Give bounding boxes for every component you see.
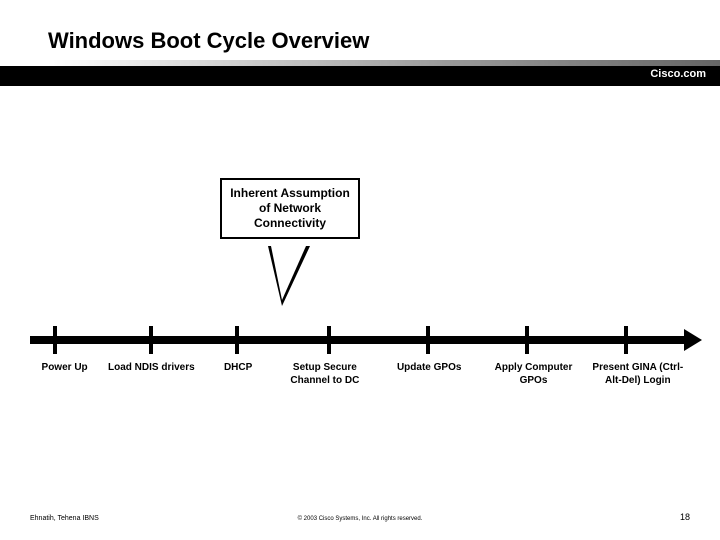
step-label: Apply Computer GPOs bbox=[481, 358, 585, 387]
tick bbox=[426, 326, 430, 354]
tick bbox=[327, 326, 331, 354]
tick bbox=[149, 326, 153, 354]
step-label: Load NDIS drivers bbox=[99, 358, 203, 387]
step-label: Setup Secure Channel to DC bbox=[273, 358, 377, 387]
footer-copyright: © 2003 Cisco Systems, Inc. All rights re… bbox=[0, 516, 720, 522]
callout-pointer-fill bbox=[271, 246, 306, 300]
timeline-axis bbox=[30, 336, 690, 344]
timeline bbox=[30, 336, 690, 344]
step-label: Update GPOs bbox=[377, 358, 481, 387]
tick bbox=[235, 326, 239, 354]
step-label: Power Up bbox=[30, 358, 99, 387]
slide: Windows Boot Cycle Overview Cisco.com In… bbox=[0, 0, 720, 540]
page-number: 18 bbox=[680, 512, 690, 522]
brand-text: Cisco.com bbox=[650, 68, 706, 80]
tick bbox=[624, 326, 628, 354]
title-block: Windows Boot Cycle Overview Cisco.com bbox=[0, 28, 720, 86]
brand-bar: Cisco.com bbox=[0, 66, 720, 86]
arrow-head-icon bbox=[684, 329, 702, 351]
callout-box: Inherent Assumption of Network Connectiv… bbox=[220, 178, 360, 239]
step-label: DHCP bbox=[204, 358, 273, 387]
step-label: Present GINA (Ctrl-Alt-Del) Login bbox=[586, 358, 690, 387]
page-title: Windows Boot Cycle Overview bbox=[0, 28, 720, 60]
tick bbox=[525, 326, 529, 354]
timeline-labels: Power Up Load NDIS drivers DHCP Setup Se… bbox=[30, 358, 690, 387]
tick bbox=[53, 326, 57, 354]
